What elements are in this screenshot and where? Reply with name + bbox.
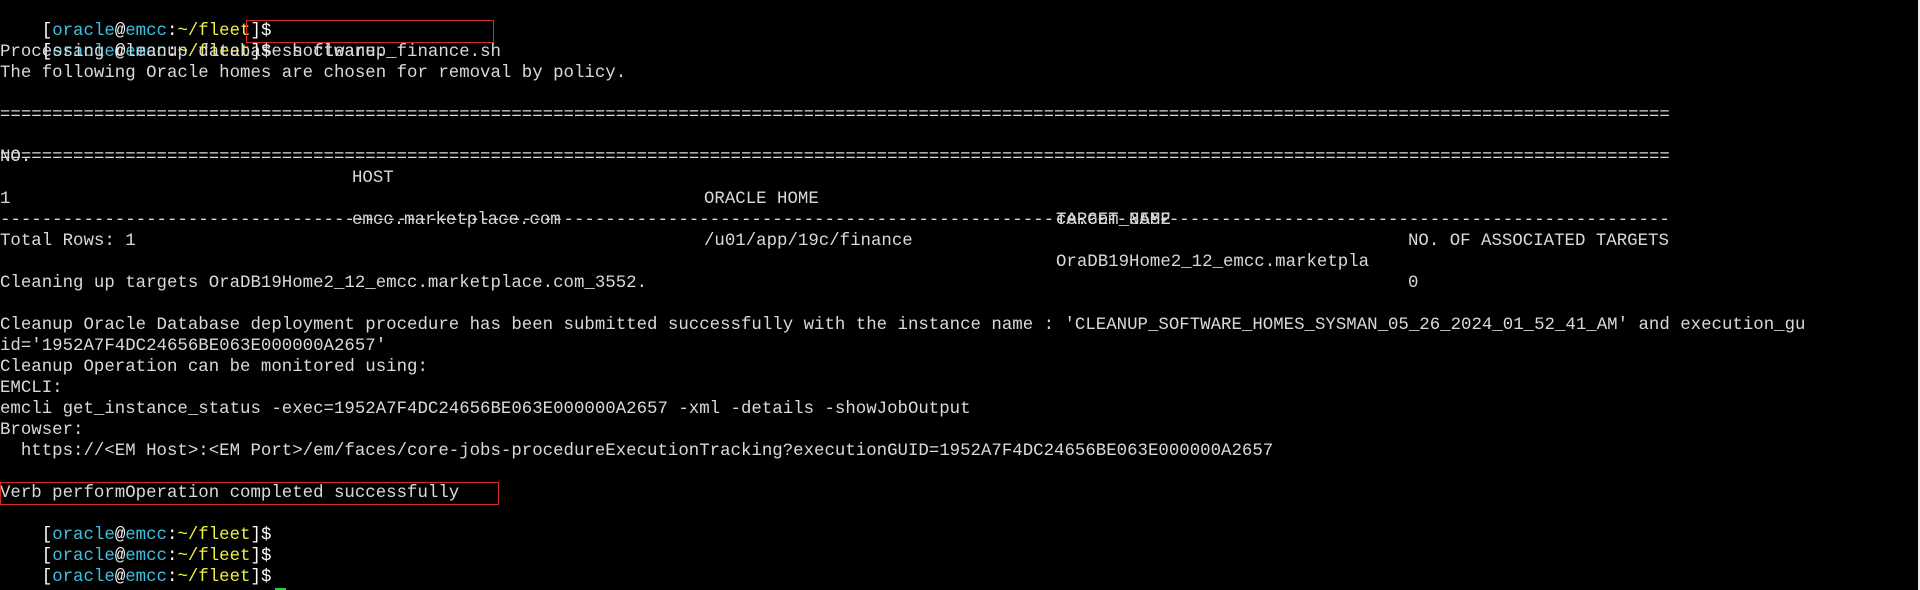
table-header-associated-targets: NO. OF ASSOCIATED TARGETS [1408, 232, 1669, 251]
verb-completed-line: Verb performOperation completed successf… [0, 484, 460, 503]
table-row: 1 emcc.marketplace.com /u01/app/19c/fina… [0, 168, 1800, 293]
table-cell-target-name: OraDB19Home2_12_emcc.marketpla [1056, 253, 1370, 272]
table-cell-oracle-home: /u01/app/19c/finance [704, 232, 913, 251]
table-rule-single: ----------------------------------------… [0, 211, 1670, 230]
terminal-window[interactable]: [oracle@emcc:~/fleet]$ [oracle@emcc:~/fl… [0, 0, 1920, 590]
output-line: id='1952A7F4DC24656BE063E000000A2657' [0, 337, 387, 356]
output-line: Processing cleanup database software. [0, 43, 387, 62]
table-cell-associated-targets: 0 [1408, 274, 1419, 293]
browser-url-line: https://<EM Host>:<EM Port>/em/faces/cor… [0, 442, 1274, 461]
output-line: Cleanup Operation can be monitored using… [0, 358, 428, 377]
output-line: EMCLI: [0, 379, 63, 398]
output-line: Browser: [0, 421, 84, 440]
prompt-line: [oracle@emcc:~/fleet]$ [0, 0, 272, 41]
emcli-command-line: emcli get_instance_status -exec=1952A7F4… [0, 400, 971, 419]
table-header-row: NO. HOST ORACLE HOME TARGET NAME NO. OF … [0, 126, 1800, 251]
table-rule-double: ========================================… [0, 148, 1670, 167]
output-line: Cleaning up targets OraDB19Home2_12_emcc… [0, 274, 648, 293]
prompt-line: [oracle@emcc:~/fleet]$ [0, 525, 272, 566]
prompt-line: [oracle@emcc:~/fleet]$ [0, 504, 272, 545]
prompt-line: [oracle@emcc:~/fleet]$ [0, 546, 272, 587]
total-rows-text: Total Rows: 1 [0, 232, 136, 251]
table-rule-double: ========================================… [0, 106, 1670, 125]
prompt-line-with-command: [oracle@emcc:~/fleet]$ sh cleanup_financ… [0, 21, 501, 62]
output-line: The following Oracle homes are chosen fo… [0, 64, 627, 83]
output-line: Cleanup Oracle Database deployment proce… [0, 316, 1806, 335]
active-prompt-line[interactable]: [oracle@emcc:~/fleet]$ [0, 567, 287, 590]
table-row-continuation: ce.com_3552 [0, 189, 1800, 230]
